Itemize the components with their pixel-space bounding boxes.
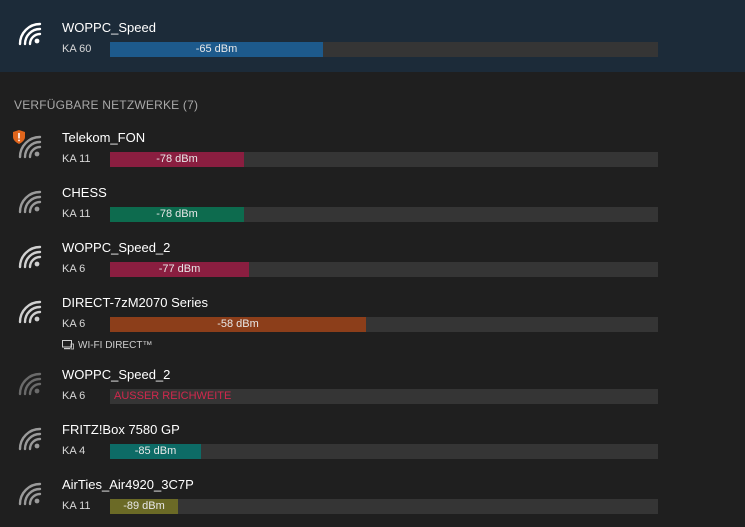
network-name: WOPPC_Speed_2 xyxy=(62,367,171,382)
signal-bar: -78 dBm xyxy=(110,152,658,167)
out-of-range-status: AUSSER REICHWEITE xyxy=(114,390,232,402)
network-name: DIRECT-7zM2070 Series xyxy=(62,295,208,310)
wifi-signal-icon xyxy=(18,482,42,506)
signal-bar: -85 dBm xyxy=(110,444,658,459)
signal-bar: AUSSER REICHWEITE xyxy=(110,389,658,404)
network-name: Telekom_FON xyxy=(62,130,146,145)
signal-bar: -89 dBm xyxy=(110,499,658,514)
wifi-direct-label: WI-FI DIRECT™ xyxy=(78,340,153,351)
signal-strength: -78 dBm xyxy=(156,153,198,165)
signal-strength: -77 dBm xyxy=(158,263,201,275)
network-channel: KA 6 xyxy=(62,263,86,275)
network-channel: KA 11 xyxy=(62,153,91,165)
network-name: WOPPC_Speed xyxy=(62,20,156,35)
signal-strength: -89 dBm xyxy=(123,500,165,512)
network-channel: KA 4 xyxy=(62,445,86,457)
wifi-direct-device-icon xyxy=(62,340,74,350)
wifi-signal-icon xyxy=(18,22,42,46)
network-channel: KA 6 xyxy=(62,390,86,402)
signal-bar: -78 dBm xyxy=(110,207,658,222)
wifi-signal-icon xyxy=(18,190,42,214)
signal-strength: -58 dBm xyxy=(217,318,259,330)
network-name: CHESS xyxy=(62,185,107,200)
wifi-signal-icon xyxy=(18,427,42,451)
network-name: FRITZ!Box 7580 GP xyxy=(62,422,180,437)
wifi-signal-icon xyxy=(18,245,42,269)
connected-network[interactable]: WOPPC_Speed KA 60 -65 dBm xyxy=(0,0,745,72)
signal-bar: -77 dBm xyxy=(110,262,658,277)
available-networks-header: VERFÜGBARE NETZWERKE (7) xyxy=(14,98,199,112)
network-channel: KA 6 xyxy=(62,318,86,330)
wifi-signal-icon xyxy=(18,300,42,324)
signal-bar: -58 dBm xyxy=(110,317,658,332)
signal-strength: -78 dBm xyxy=(156,208,198,220)
network-channel: KA 60 xyxy=(62,43,92,55)
network-channel: KA 11 xyxy=(62,208,91,220)
network-name: AirTies_Air4920_3C7P xyxy=(62,477,194,492)
security-warning-shield-icon xyxy=(13,130,25,144)
signal-bar: -65 dBm xyxy=(110,42,658,57)
wifi-direct-tag: WI-FI DIRECT™ xyxy=(62,340,152,351)
network-name: WOPPC_Speed_2 xyxy=(62,240,171,255)
network-channel: KA 11 xyxy=(62,500,91,512)
signal-strength: -65 dBm xyxy=(195,43,238,55)
wifi-signal-icon xyxy=(18,372,42,396)
signal-strength: -85 dBm xyxy=(134,445,177,457)
